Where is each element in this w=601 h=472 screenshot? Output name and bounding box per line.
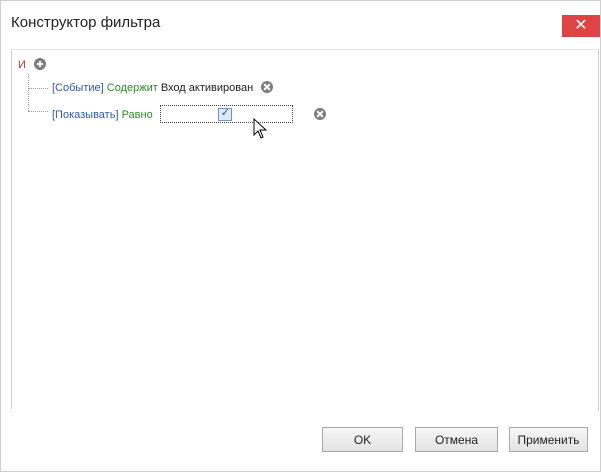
condition-row: [Показывать] Равно ✓ (52, 105, 326, 123)
condition-field[interactable]: [Событие] (52, 82, 104, 94)
close-icon: ✕ (574, 17, 588, 34)
checkmark-icon: ✓ (220, 107, 230, 119)
value-checkbox[interactable]: ✓ (217, 107, 232, 121)
add-condition-icon[interactable] (33, 58, 46, 70)
condition-value[interactable]: Вход активирован (161, 82, 253, 94)
ok-button[interactable]: OK (322, 427, 403, 452)
mouse-cursor-icon (253, 118, 268, 139)
tree-connector-horizontal (28, 88, 48, 89)
root-operator[interactable]: И (18, 59, 26, 71)
tree-connector-vertical (28, 74, 29, 111)
remove-condition-icon[interactable] (313, 108, 326, 120)
apply-button[interactable]: Применить (509, 427, 588, 452)
remove-condition-icon[interactable] (261, 81, 274, 93)
close-button[interactable]: ✕ (562, 15, 600, 37)
condition-operator[interactable]: Равно (122, 109, 153, 121)
tree-connector-horizontal (28, 111, 48, 112)
condition-row: [Событие] Содержит Вход активирован (52, 81, 274, 95)
title-bar: Конструктор фильтра ✕ (1, 1, 600, 45)
condition-value-editor[interactable]: ✓ (159, 105, 293, 123)
window-title: Конструктор фильтра (11, 14, 161, 31)
cancel-button[interactable]: Отмена (415, 427, 498, 452)
condition-field[interactable]: [Показывать] (52, 109, 119, 121)
filter-editor-area[interactable] (11, 49, 599, 411)
root-group: И (18, 58, 46, 72)
filter-constructor-window: Конструктор фильтра ✕ И [Событие] Содерж… (0, 0, 601, 472)
condition-operator[interactable]: Содержит (107, 82, 158, 94)
